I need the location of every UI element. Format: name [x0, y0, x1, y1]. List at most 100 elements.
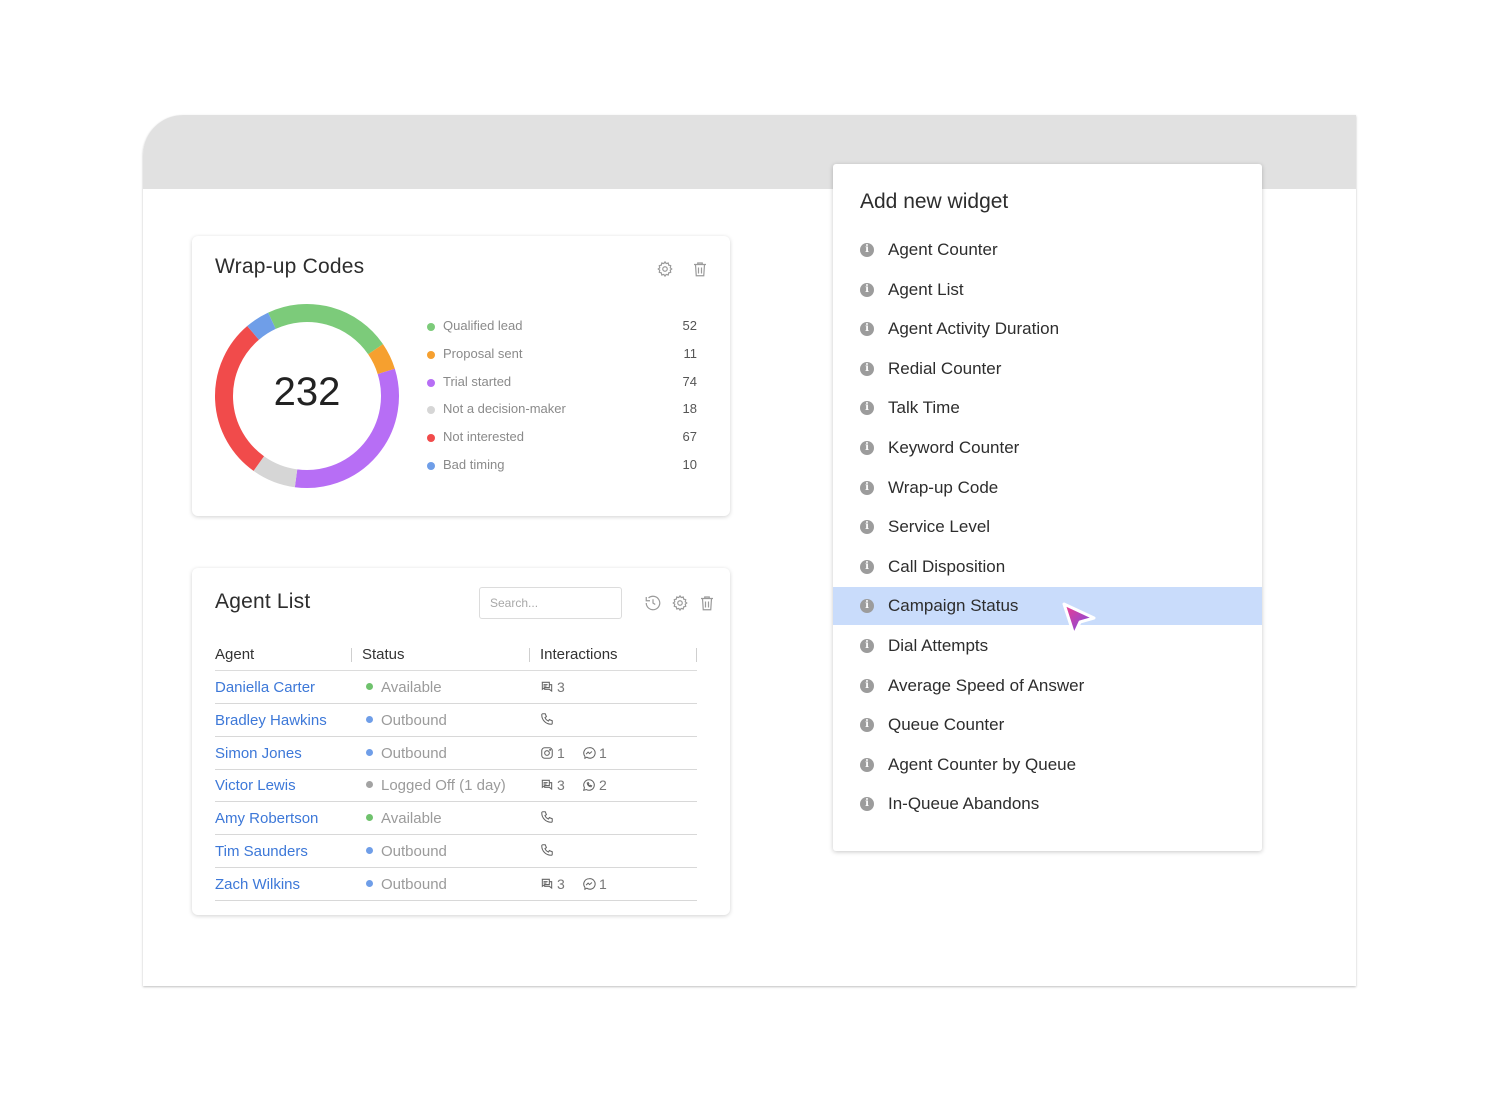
info-icon[interactable]: i [860, 361, 874, 376]
legend-swatch [427, 434, 435, 443]
info-icon[interactable]: i [860, 718, 874, 733]
agent-search-input[interactable] [479, 587, 622, 619]
info-icon[interactable]: i [860, 599, 874, 614]
widget-option-label: Agent Counter by Queue [888, 754, 1077, 774]
widget-option-in-queue-abandons[interactable]: i In-Queue Abandons [833, 785, 1262, 823]
status-text: Outbound [381, 875, 447, 893]
widget-option-queue-counter[interactable]: i Queue Counter [833, 706, 1262, 744]
table-row[interactable]: Daniella Carter Available 3 [215, 671, 697, 704]
phone-icon [540, 810, 554, 824]
history-icon[interactable] [643, 593, 663, 613]
legend-swatch [427, 323, 435, 331]
trash-icon[interactable] [690, 259, 710, 279]
status-dot [366, 847, 373, 854]
agent-name-link[interactable]: Simon Jones [215, 745, 302, 762]
table-row[interactable]: Zach Wilkins Outbound 3 1 [215, 868, 697, 901]
legend-value: 74 [682, 373, 697, 389]
widget-option-agent-counter[interactable]: i Agent Counter [833, 231, 1262, 269]
legend-item: Trial started 74 [427, 374, 697, 392]
widget-option-agent-list[interactable]: i Agent List [833, 271, 1262, 309]
instagram-icon [540, 746, 554, 760]
widget-option-label: Queue Counter [888, 715, 1005, 735]
column-header-agent[interactable]: Agent [215, 646, 254, 663]
interaction-phone[interactable] [540, 712, 557, 726]
info-icon[interactable]: i [860, 322, 874, 337]
widget-option-average-speed-of-answer[interactable]: i Average Speed of Answer [833, 667, 1262, 705]
agent-name-link[interactable]: Zach Wilkins [215, 876, 300, 893]
interaction-instagram[interactable]: 1 [540, 745, 565, 761]
agent-status: Available [366, 679, 442, 696]
trash-icon[interactable] [697, 593, 717, 613]
legend-swatch [427, 378, 435, 387]
legend-value: 10 [682, 457, 697, 472]
donut-slice-qualified-lead [268, 304, 383, 355]
interaction-chat[interactable]: 3 [540, 777, 565, 793]
legend-swatch [427, 406, 435, 415]
widget-option-label: Campaign Status [888, 596, 1019, 616]
wrapup-codes-title: Wrap-up Codes [215, 255, 365, 278]
status-dot [366, 748, 373, 756]
interaction-phone[interactable] [540, 843, 557, 857]
widget-option-keyword-counter[interactable]: i Keyword Counter [833, 429, 1262, 467]
agent-name-link[interactable]: Tim Saunders [215, 843, 308, 860]
status-text: Available [381, 679, 442, 696]
donut-slice-not-a-decision-maker [253, 456, 298, 488]
info-icon[interactable]: i [860, 757, 874, 772]
info-icon[interactable]: i [860, 678, 874, 693]
table-row[interactable]: Bradley Hawkins Outbound [215, 704, 697, 737]
info-icon[interactable]: i [860, 480, 874, 495]
interaction-count: 1 [599, 744, 607, 761]
widget-option-label: Keyword Counter [888, 438, 1020, 457]
info-icon[interactable]: i [860, 243, 874, 257]
info-icon[interactable]: i [860, 520, 874, 535]
widget-option-agent-counter-by-queue[interactable]: i Agent Counter by Queue [833, 746, 1262, 784]
interaction-phone[interactable] [540, 810, 557, 824]
column-header-interactions[interactable]: Interactions [540, 646, 618, 663]
agent-name-link[interactable]: Victor Lewis [215, 777, 296, 794]
legend-value: 11 [683, 345, 698, 361]
table-row[interactable]: Victor Lewis Logged Off (1 day) 3 2 [215, 769, 697, 803]
interaction-messenger[interactable]: 1 [582, 745, 607, 761]
interaction-count: 1 [557, 744, 565, 761]
interaction-count: 3 [557, 679, 565, 695]
interaction-chat[interactable]: 3 [540, 679, 565, 695]
info-icon[interactable]: i [860, 559, 874, 574]
widget-option-dial-attempts[interactable]: i Dial Attempts [833, 627, 1262, 665]
interaction-count: 3 [557, 777, 565, 794]
legend-item: Not a decision-maker 18 [427, 401, 697, 419]
column-divider [696, 648, 697, 662]
widget-option-service-level[interactable]: i Service Level [833, 508, 1262, 546]
widget-option-campaign-status[interactable]: i Campaign Status [833, 587, 1262, 626]
legend-label: Qualified lead [443, 318, 523, 333]
table-row[interactable]: Amy Robertson Available [215, 802, 697, 836]
info-icon[interactable]: i [860, 797, 874, 812]
interaction-messenger[interactable]: 1 [582, 876, 607, 892]
interaction-whatsapp[interactable]: 2 [582, 777, 607, 793]
agent-name-link[interactable]: Amy Robertson [215, 810, 318, 827]
widget-option-redial-counter[interactable]: i Redial Counter [833, 350, 1262, 388]
column-divider [351, 648, 352, 662]
column-header-status[interactable]: Status [362, 646, 405, 663]
settings-gear-icon[interactable] [670, 593, 690, 613]
table-row[interactable]: Simon Jones Outbound 1 1 [215, 737, 697, 770]
agent-name-link[interactable]: Bradley Hawkins [215, 712, 327, 729]
widget-option-wrap-up-code[interactable]: i Wrap-up Code [833, 469, 1262, 507]
settings-gear-icon[interactable] [655, 259, 675, 279]
info-icon[interactable]: i [860, 639, 874, 653]
legend-item: Not interested 67 [427, 429, 697, 447]
info-icon[interactable]: i [860, 441, 874, 455]
info-icon[interactable]: i [860, 282, 874, 297]
messenger-icon [582, 746, 596, 760]
widget-option-agent-activity-duration[interactable]: i Agent Activity Duration [833, 310, 1262, 348]
widget-option-call-disposition[interactable]: i Call Disposition [833, 548, 1262, 586]
legend-item: Proposal sent 11 [427, 346, 697, 364]
agent-name-link[interactable]: Daniella Carter [215, 679, 315, 696]
interaction-chat[interactable]: 3 [540, 876, 565, 892]
widget-option-label: Call Disposition [888, 556, 1006, 576]
legend-label: Not interested [443, 429, 524, 445]
info-icon[interactable]: i [860, 401, 874, 416]
legend-label: Trial started [443, 373, 512, 389]
widget-option-talk-time[interactable]: i Talk Time [833, 389, 1262, 427]
table-row[interactable]: Tim Saunders Outbound [215, 835, 697, 868]
legend-label: Proposal sent [443, 345, 523, 361]
